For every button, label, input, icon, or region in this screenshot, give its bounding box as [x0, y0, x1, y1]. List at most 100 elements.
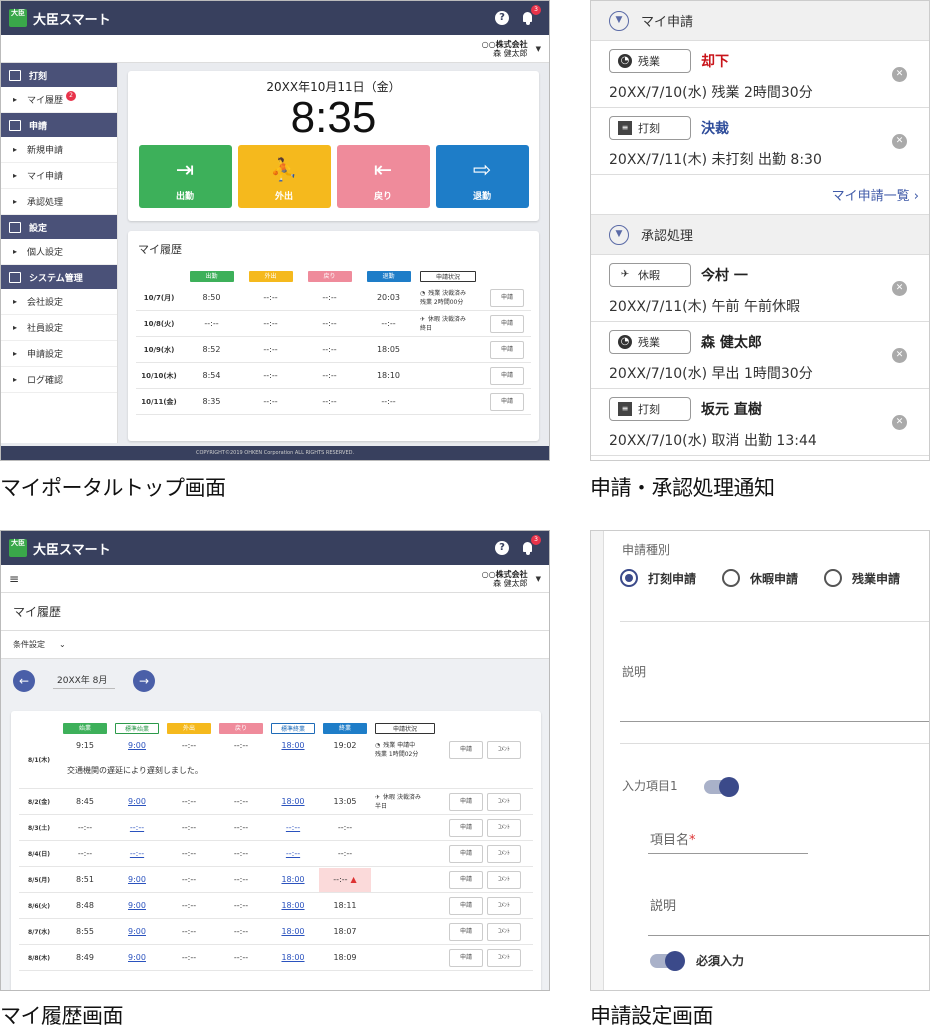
- radio-overtime[interactable]: 残業申請: [824, 569, 900, 587]
- row-action: 申請: [490, 314, 524, 333]
- comment-button[interactable]: ｺﾒﾝﾄ: [487, 922, 521, 941]
- row-time[interactable]: 18:00: [267, 741, 319, 750]
- notification-item[interactable]: ✈ 休暇 今村 一 20XX/7/11(木) 午前 午前休暇 ✕: [591, 255, 929, 322]
- row-time[interactable]: 9:00: [111, 953, 163, 962]
- row-time[interactable]: --:--: [111, 849, 163, 858]
- chevron-down-icon[interactable]: ▼: [536, 45, 541, 53]
- apply-button[interactable]: 申請: [449, 844, 483, 863]
- row-time[interactable]: 9:00: [111, 927, 163, 936]
- apply-button[interactable]: 申請: [449, 792, 483, 811]
- row-time[interactable]: 9:00: [111, 875, 163, 884]
- item-name-text: 項目名: [650, 833, 690, 848]
- punch-button[interactable]: ⇨ 退勤: [435, 145, 529, 208]
- notification-item[interactable]: ◔ 残業 却下 20XX/7/10(水) 残業 2時間30分 ✕: [591, 41, 929, 108]
- time-value: --:--: [285, 823, 301, 832]
- sidebar-item-label: マイ履歴: [27, 96, 64, 106]
- sidebar-item[interactable]: ログ確認: [1, 367, 117, 393]
- apply-button[interactable]: 申請: [449, 870, 483, 889]
- apply-button[interactable]: 申請: [449, 896, 483, 915]
- menu-icon[interactable]: ≡: [9, 572, 482, 586]
- row-time[interactable]: --:--: [111, 823, 163, 832]
- apply-button[interactable]: 申請: [490, 392, 524, 411]
- comment-button[interactable]: ｺﾒﾝﾄ: [487, 844, 521, 863]
- comment-button[interactable]: ｺﾒﾝﾄ: [487, 792, 521, 811]
- chip-label: 打刻: [638, 403, 660, 416]
- close-icon[interactable]: ✕: [892, 348, 907, 363]
- comment-button[interactable]: ｺﾒﾝﾄ: [487, 948, 521, 967]
- apply-button[interactable]: 申請: [449, 741, 483, 759]
- apply-button[interactable]: 申請: [449, 948, 483, 967]
- row-time[interactable]: 9:00: [111, 901, 163, 910]
- my-requests-link[interactable]: マイ申請一覧 ›: [591, 175, 929, 215]
- row-time[interactable]: 18:00: [267, 927, 319, 936]
- time-value: 18:07: [333, 927, 357, 936]
- close-icon[interactable]: ✕: [892, 134, 907, 149]
- sidebar-item[interactable]: マイ申請: [1, 163, 117, 189]
- row-time[interactable]: 9:00: [111, 797, 163, 806]
- apply-button[interactable]: 申請: [449, 922, 483, 941]
- row-action: 申請: [490, 366, 524, 385]
- row-time[interactable]: 18:00: [267, 875, 319, 884]
- user-menu[interactable]: ○○株式会社森 健太郎: [482, 40, 528, 58]
- filter-toggle[interactable]: 条件設定 ⌄: [1, 631, 549, 659]
- row-time[interactable]: 18:00: [267, 901, 319, 910]
- notification-item[interactable]: ≡ 打刻 坂元 直樹 20XX/7/10(水) 取消 出勤 13:44 ✕: [591, 389, 929, 456]
- item-name-input[interactable]: [648, 853, 808, 854]
- required-toggle[interactable]: [650, 951, 685, 971]
- comment-button[interactable]: ｺﾒﾝﾄ: [487, 870, 521, 889]
- approvals-header[interactable]: ▼ 承認処理: [591, 215, 929, 255]
- bell-icon[interactable]: 3: [521, 5, 541, 25]
- notification-item[interactable]: ◔ 残業 森 健太郎 20XX/7/10(水) 早出 1時間30分 ✕: [591, 322, 929, 389]
- row-time[interactable]: --:--: [267, 849, 319, 858]
- time-value: --:--: [233, 823, 249, 832]
- row-time[interactable]: --:--: [267, 823, 319, 832]
- comment-button[interactable]: ｺﾒﾝﾄ: [487, 741, 521, 759]
- next-month-button[interactable]: →: [133, 670, 155, 692]
- apply-button[interactable]: 申請: [490, 288, 524, 307]
- radio-stamp[interactable]: 打刻申請: [620, 569, 696, 587]
- notification-item[interactable]: ≡ 打刻 決裁 20XX/7/11(木) 未打刻 出勤 8:30 ✕: [591, 108, 929, 175]
- sidebar-item[interactable]: 個人設定: [1, 239, 117, 265]
- filter-label: 条件設定: [13, 640, 45, 649]
- bell-icon[interactable]: 3: [521, 535, 541, 555]
- sidebar-item[interactable]: 承認処理: [1, 189, 117, 215]
- apply-button[interactable]: 申請: [490, 366, 524, 385]
- comment-button[interactable]: ｺﾒﾝﾄ: [487, 896, 521, 915]
- close-icon[interactable]: ✕: [892, 415, 907, 430]
- row-time[interactable]: 9:00: [111, 741, 163, 750]
- sidebar-item[interactable]: 申請設定: [1, 341, 117, 367]
- help-icon[interactable]: ?: [495, 11, 509, 25]
- radio-leave[interactable]: 休暇申請: [722, 569, 798, 587]
- row-time[interactable]: 18:00: [267, 953, 319, 962]
- item-desc-input[interactable]: [648, 935, 929, 936]
- punch-button[interactable]: ⛹ 外出: [237, 145, 331, 208]
- row-time: --:--: [381, 397, 396, 406]
- sidebar-item[interactable]: 新規申請: [1, 137, 117, 163]
- status-line: ✈ 休暇 決裁済み: [420, 315, 490, 324]
- help-icon[interactable]: ?: [495, 541, 509, 555]
- punch-button[interactable]: ⇥ 出勤: [138, 145, 232, 208]
- desc-input[interactable]: [620, 721, 929, 722]
- prev-month-button[interactable]: ←: [13, 670, 35, 692]
- row-time[interactable]: 18:00: [267, 797, 319, 806]
- sidebar-item-label: ログ確認: [27, 376, 64, 386]
- close-icon[interactable]: ✕: [892, 67, 907, 82]
- comment-button[interactable]: ｺﾒﾝﾄ: [487, 818, 521, 837]
- sidebar-item[interactable]: 社員設定: [1, 315, 117, 341]
- app-logo: 大臣: [9, 9, 27, 27]
- apply-button[interactable]: 申請: [490, 314, 524, 333]
- sidebar-item[interactable]: 会社設定: [1, 289, 117, 315]
- apply-button[interactable]: 申請: [490, 340, 524, 359]
- header-tag: 戻り: [307, 270, 352, 282]
- sidebar-item[interactable]: マイ履歴2: [1, 87, 117, 113]
- item-toggle[interactable]: [704, 777, 739, 797]
- close-icon[interactable]: ✕: [892, 281, 907, 296]
- radio-icon: [824, 569, 842, 587]
- chevron-down-icon[interactable]: ▼: [536, 575, 541, 583]
- header-tag: 戻り: [219, 722, 263, 734]
- row-time: 8:48: [59, 901, 111, 910]
- apply-button[interactable]: 申請: [449, 818, 483, 837]
- my-requests-header[interactable]: ▼ マイ申請: [591, 1, 929, 41]
- user-menu[interactable]: ○○株式会社森 健太郎: [482, 570, 528, 588]
- punch-button[interactable]: ⇤ 戻り: [336, 145, 430, 208]
